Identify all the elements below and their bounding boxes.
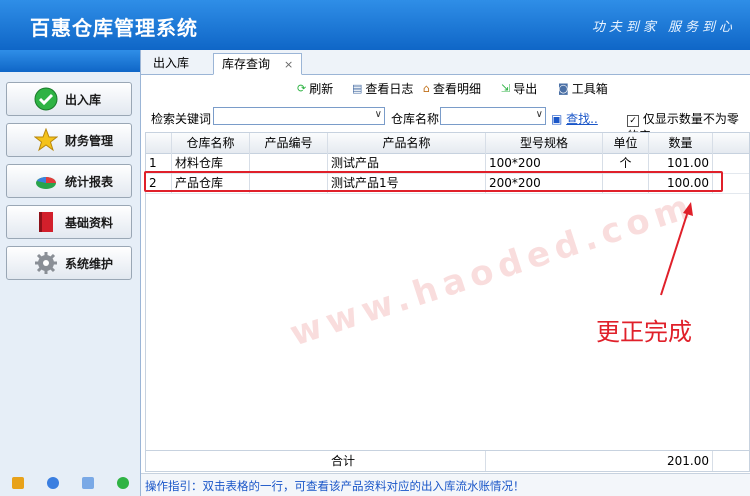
toolbox-label: 工具箱 xyxy=(571,82,608,96)
chevron-down-icon[interactable]: ∨ xyxy=(375,109,382,120)
export-button[interactable]: ⇲ 导出 xyxy=(501,80,537,97)
app-title: 百惠仓库管理系统 xyxy=(30,16,198,40)
close-icon[interactable]: × xyxy=(284,58,293,71)
toolbox-icon: ◙ xyxy=(558,82,569,95)
table-row[interactable]: 2 产品仓库 测试产品1号 200*200 100.00 xyxy=(146,173,749,194)
footer-label: 合计 xyxy=(328,451,486,471)
nav-basedata-button[interactable]: 基础资料 xyxy=(6,205,132,239)
keyword-label: 检索关键词 xyxy=(151,112,212,126)
toolbox-button[interactable]: ◙ 工具箱 xyxy=(558,80,608,97)
warehouse-select[interactable]: ∨ xyxy=(440,107,546,125)
search-icon: ▣ xyxy=(551,112,563,126)
annotation-text: 更正完成 xyxy=(596,318,692,346)
view-detail-label: 查看明细 xyxy=(432,82,481,96)
row-spec: 100*200 xyxy=(486,153,603,173)
tab-inout[interactable]: 出入库 xyxy=(145,53,197,73)
find-button[interactable]: ▣ 查找.. xyxy=(551,110,598,127)
check-circle-icon xyxy=(33,86,59,112)
row-unit: 个 xyxy=(603,153,649,173)
row-product-code xyxy=(250,173,328,193)
nav-finance-label: 财务管理 xyxy=(65,133,114,148)
star-icon xyxy=(33,127,59,153)
window-icon[interactable] xyxy=(81,477,94,489)
left-nav: 出入库 财务管理 统计报表 基础资料 系统维护 xyxy=(0,50,141,496)
keyword-input[interactable]: ∨ xyxy=(213,107,385,125)
col-index xyxy=(146,133,172,153)
gear-icon xyxy=(33,250,59,276)
grid-footer: 合计 201.00 xyxy=(146,450,749,471)
refresh-label: 刷新 xyxy=(309,82,334,96)
warehouse-label: 仓库名称 xyxy=(391,112,440,126)
row-product-name: 测试产品 xyxy=(328,153,486,173)
tab-bar: 出入库 库存查询 × xyxy=(141,50,750,75)
row-warehouse: 产品仓库 xyxy=(172,173,250,193)
log-icon: ▤ xyxy=(352,82,363,95)
row-product-name: 测试产品1号 xyxy=(328,173,486,193)
row-unit xyxy=(603,173,649,193)
col-unit[interactable]: 单位 xyxy=(603,133,649,153)
refresh-icon[interactable] xyxy=(116,477,129,489)
tab-stock-query[interactable]: 库存查询 × xyxy=(213,53,303,75)
title-bar: 百惠仓库管理系统 功夫到家 服务到心 xyxy=(0,0,750,50)
nav-header xyxy=(0,50,140,72)
pie-chart-icon xyxy=(33,168,59,194)
chevron-down-icon[interactable]: ∨ xyxy=(536,109,543,120)
view-log-button[interactable]: ▤ 查看日志 xyxy=(352,80,413,97)
nav-system-button[interactable]: 系统维护 xyxy=(6,246,132,280)
row-quantity: 101.00 xyxy=(649,153,713,173)
tab-stock-query-label: 库存查询 xyxy=(222,57,271,71)
status-bar: 操作指引：双击表格的一行，可查看该产品资料对应的出入库流水账情况！ xyxy=(141,473,750,496)
view-log-label: 查看日志 xyxy=(365,82,414,96)
col-quantity[interactable]: 数量 xyxy=(649,133,713,153)
nav-bottom-icons xyxy=(0,470,140,496)
book-icon xyxy=(33,209,59,235)
stock-grid: 仓库名称 产品编号 产品名称 型号规格 单位 数量 1 材料仓库 测试产品 10… xyxy=(145,132,750,472)
row-quantity: 100.00 xyxy=(649,173,713,193)
export-label: 导出 xyxy=(513,82,538,96)
col-product-name[interactable]: 产品名称 xyxy=(328,133,486,153)
nav-basedata-label: 基础资料 xyxy=(65,215,114,230)
annotation-arrow xyxy=(660,202,693,296)
row-index: 1 xyxy=(146,153,172,173)
view-detail-button[interactable]: ⌂ 查看明细 xyxy=(423,80,481,97)
table-row[interactable]: 1 材料仓库 测试产品 100*200 个 101.00 xyxy=(146,153,749,174)
refresh-icon: ⟳ xyxy=(297,82,307,95)
nav-report-label: 统计报表 xyxy=(65,174,114,189)
clock-icon[interactable] xyxy=(46,477,59,489)
nav-report-button[interactable]: 统计报表 xyxy=(6,164,132,198)
nav-finance-button[interactable]: 财务管理 xyxy=(6,123,132,157)
row-spec: 200*200 xyxy=(486,173,603,193)
search-bar: 检索关键词 ∨ 仓库名称 ∨ ▣ 查找.. ✓ 仅显示数量不为零的产 xyxy=(141,104,750,143)
refresh-button[interactable]: ⟳ 刷新 xyxy=(297,80,333,97)
find-label: 查找.. xyxy=(566,112,598,126)
row-warehouse: 材料仓库 xyxy=(172,153,250,173)
toolbar: ⟳ 刷新 ▤ 查看日志 ⌂ 查看明细 ⇲ 导出 ◙ 工具箱 xyxy=(141,76,750,102)
col-spec[interactable]: 型号规格 xyxy=(486,133,603,153)
footer-total: 201.00 xyxy=(649,451,713,471)
main-panel: 出入库 库存查询 × ⟳ 刷新 ▤ 查看日志 ⌂ 查看明细 ⇲ 导出 ◙ 工具箱 检索关键词… xyxy=(141,50,750,496)
folder-icon[interactable] xyxy=(11,477,24,489)
checkbox-icon[interactable]: ✓ xyxy=(627,115,639,127)
col-warehouse[interactable]: 仓库名称 xyxy=(172,133,250,153)
tab-inout-label: 出入库 xyxy=(153,56,190,70)
slogan: 功夫到家 服务到心 xyxy=(591,20,736,35)
nav-system-label: 系统维护 xyxy=(65,256,114,271)
grid-header: 仓库名称 产品编号 产品名称 型号规格 单位 数量 xyxy=(146,133,749,154)
row-product-code xyxy=(250,153,328,173)
row-index: 2 xyxy=(146,173,172,193)
export-icon: ⇲ xyxy=(501,82,511,95)
nav-inout-label: 出入库 xyxy=(65,92,102,107)
status-text: 操作指引：双击表格的一行，可查看该产品资料对应的出入库流水账情况！ xyxy=(145,479,525,493)
home-icon: ⌂ xyxy=(423,82,430,95)
col-product-code[interactable]: 产品编号 xyxy=(250,133,328,153)
nav-inout-button[interactable]: 出入库 xyxy=(6,82,132,116)
